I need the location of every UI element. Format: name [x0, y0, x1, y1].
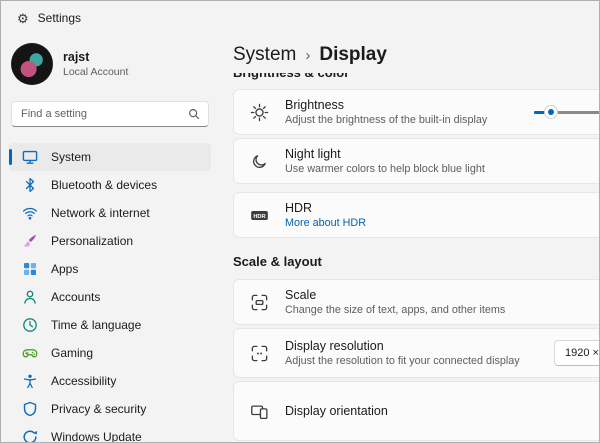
search-icon [187, 107, 201, 121]
sidebar-item-time-language[interactable]: Time & language [9, 311, 211, 339]
paintbrush-icon [22, 233, 38, 249]
sidebar-item-label: Time & language [51, 318, 142, 332]
sidebar-item-label: Network & internet [51, 206, 150, 220]
sidebar-item-network-internet[interactable]: Network & internet [9, 199, 211, 227]
page-title: Display [319, 44, 387, 65]
sidebar-item-label: Apps [51, 262, 79, 276]
user-info: rajst Local Account [63, 50, 128, 78]
card-text: Scale Change the size of text, apps, and… [285, 288, 599, 316]
sidebar-item-label: System [51, 150, 92, 164]
shield-icon [22, 401, 38, 417]
clock-icon [22, 317, 38, 333]
sidebar-item-label: Gaming [51, 346, 94, 360]
resolution-value: 1920 × 1080 [565, 347, 599, 359]
selected-indicator [9, 149, 12, 165]
sidebar-item-personalization[interactable]: Personalization [9, 227, 211, 255]
card-title: Night light [285, 147, 341, 161]
sidebar-item-privacy-security[interactable]: Privacy & security [9, 395, 211, 423]
sidebar-item-label: Personalization [51, 234, 134, 248]
section-header-brightness-color: Brightness & color [233, 73, 599, 81]
more-about-hdr-link[interactable]: More about HDR [285, 217, 599, 229]
game-controller-icon [22, 345, 38, 361]
update-arrows-icon [22, 429, 38, 442]
sidebar: rajst Local Account System [1, 35, 219, 442]
sidebar-nav: System Bluetooth & devices Network & int… [9, 143, 211, 443]
card-description: Adjust the brightness of the built-in di… [285, 114, 488, 126]
sidebar-item-windows-update[interactable]: Windows Update [9, 423, 211, 443]
svg-text:HDR: HDR [253, 213, 265, 219]
user-profile[interactable]: rajst Local Account [11, 43, 209, 85]
sidebar-item-system[interactable]: System [9, 143, 211, 171]
sidebar-item-bluetooth-devices[interactable]: Bluetooth & devices [9, 171, 211, 199]
user-name: rajst [63, 50, 90, 64]
display-orientation-icon [250, 402, 269, 421]
window-title: Settings [37, 11, 82, 25]
card-title: Display resolution [285, 339, 384, 353]
sidebar-item-label: Windows Update [51, 430, 142, 443]
breadcrumb: System › Display [233, 39, 599, 71]
brightness-sun-icon [250, 103, 269, 122]
night-light-icon [250, 152, 269, 171]
system-icon [22, 149, 38, 165]
main-panel: System › Display Brightness & color Brig… [219, 35, 599, 442]
settings-window: ⚙ Settings rajst Local Account Find a se… [0, 0, 600, 443]
display-orientation-card[interactable]: Display orientation [233, 381, 599, 441]
sidebar-item-label: Privacy & security [51, 402, 147, 416]
brightness-card[interactable]: Brightness Adjust the brightness of the … [233, 89, 599, 135]
sidebar-item-accounts[interactable]: Accounts [9, 283, 211, 311]
titlebar: ⚙ Settings [1, 1, 599, 35]
card-title: Brightness [285, 98, 345, 112]
sidebar-item-label: Accounts [51, 290, 101, 304]
hdr-card[interactable]: HDR HDR More about HDR [233, 192, 599, 238]
section-header-scale-layout: Scale & layout [233, 254, 322, 269]
sidebar-item-label: Bluetooth & devices [51, 178, 158, 192]
user-account-type: Local Account [63, 66, 129, 78]
card-description: Use warmer colors to help block blue lig… [285, 163, 485, 175]
card-description: Adjust the resolution to fit your connec… [285, 355, 520, 367]
card-text: Brightness Adjust the brightness of the … [285, 98, 518, 126]
sidebar-item-apps[interactable]: Apps [9, 255, 211, 283]
card-text: HDR More about HDR [285, 201, 599, 229]
breadcrumb-system[interactable]: System [233, 44, 296, 66]
card-description: Change the size of text, apps, and other… [285, 304, 506, 316]
search-input[interactable] [12, 102, 208, 126]
slider-thumb[interactable] [544, 105, 558, 119]
person-icon [22, 289, 38, 305]
sidebar-item-accessibility[interactable]: Accessibility [9, 367, 211, 395]
brightness-slider[interactable] [534, 104, 599, 120]
scale-icon [250, 293, 269, 312]
card-title: HDR [285, 201, 313, 215]
window-content: rajst Local Account System [1, 35, 599, 442]
accessibility-person-icon [22, 373, 38, 389]
hdr-icon: HDR [250, 206, 269, 225]
avatar [11, 43, 53, 85]
apps-grid-icon [22, 261, 38, 277]
scale-card[interactable]: Scale Change the size of text, apps, and… [233, 279, 599, 325]
bluetooth-icon [22, 177, 38, 193]
night-light-card[interactable]: Night light Use warmer colors to help bl… [233, 138, 599, 184]
card-text: Night light Use warmer colors to help bl… [285, 147, 599, 175]
card-text: Display resolution Adjust the resolution… [285, 339, 538, 367]
wifi-icon [22, 205, 38, 221]
sidebar-item-label: Accessibility [51, 374, 117, 388]
clipped-section-header: Brightness & color [233, 73, 599, 81]
resolution-dropdown[interactable]: 1920 × 1080 [554, 340, 599, 366]
settings-gear-icon: ⚙ [17, 10, 29, 26]
card-title: Scale [285, 288, 317, 302]
display-resolution-card[interactable]: Display resolution Adjust the resolution… [233, 328, 599, 378]
chevron-right-icon: › [305, 47, 311, 64]
search-box[interactable] [11, 101, 209, 127]
sidebar-item-gaming[interactable]: Gaming [9, 339, 211, 367]
card-text: Display orientation [285, 404, 599, 418]
card-title: Display orientation [285, 404, 388, 418]
display-resolution-icon [250, 344, 269, 363]
